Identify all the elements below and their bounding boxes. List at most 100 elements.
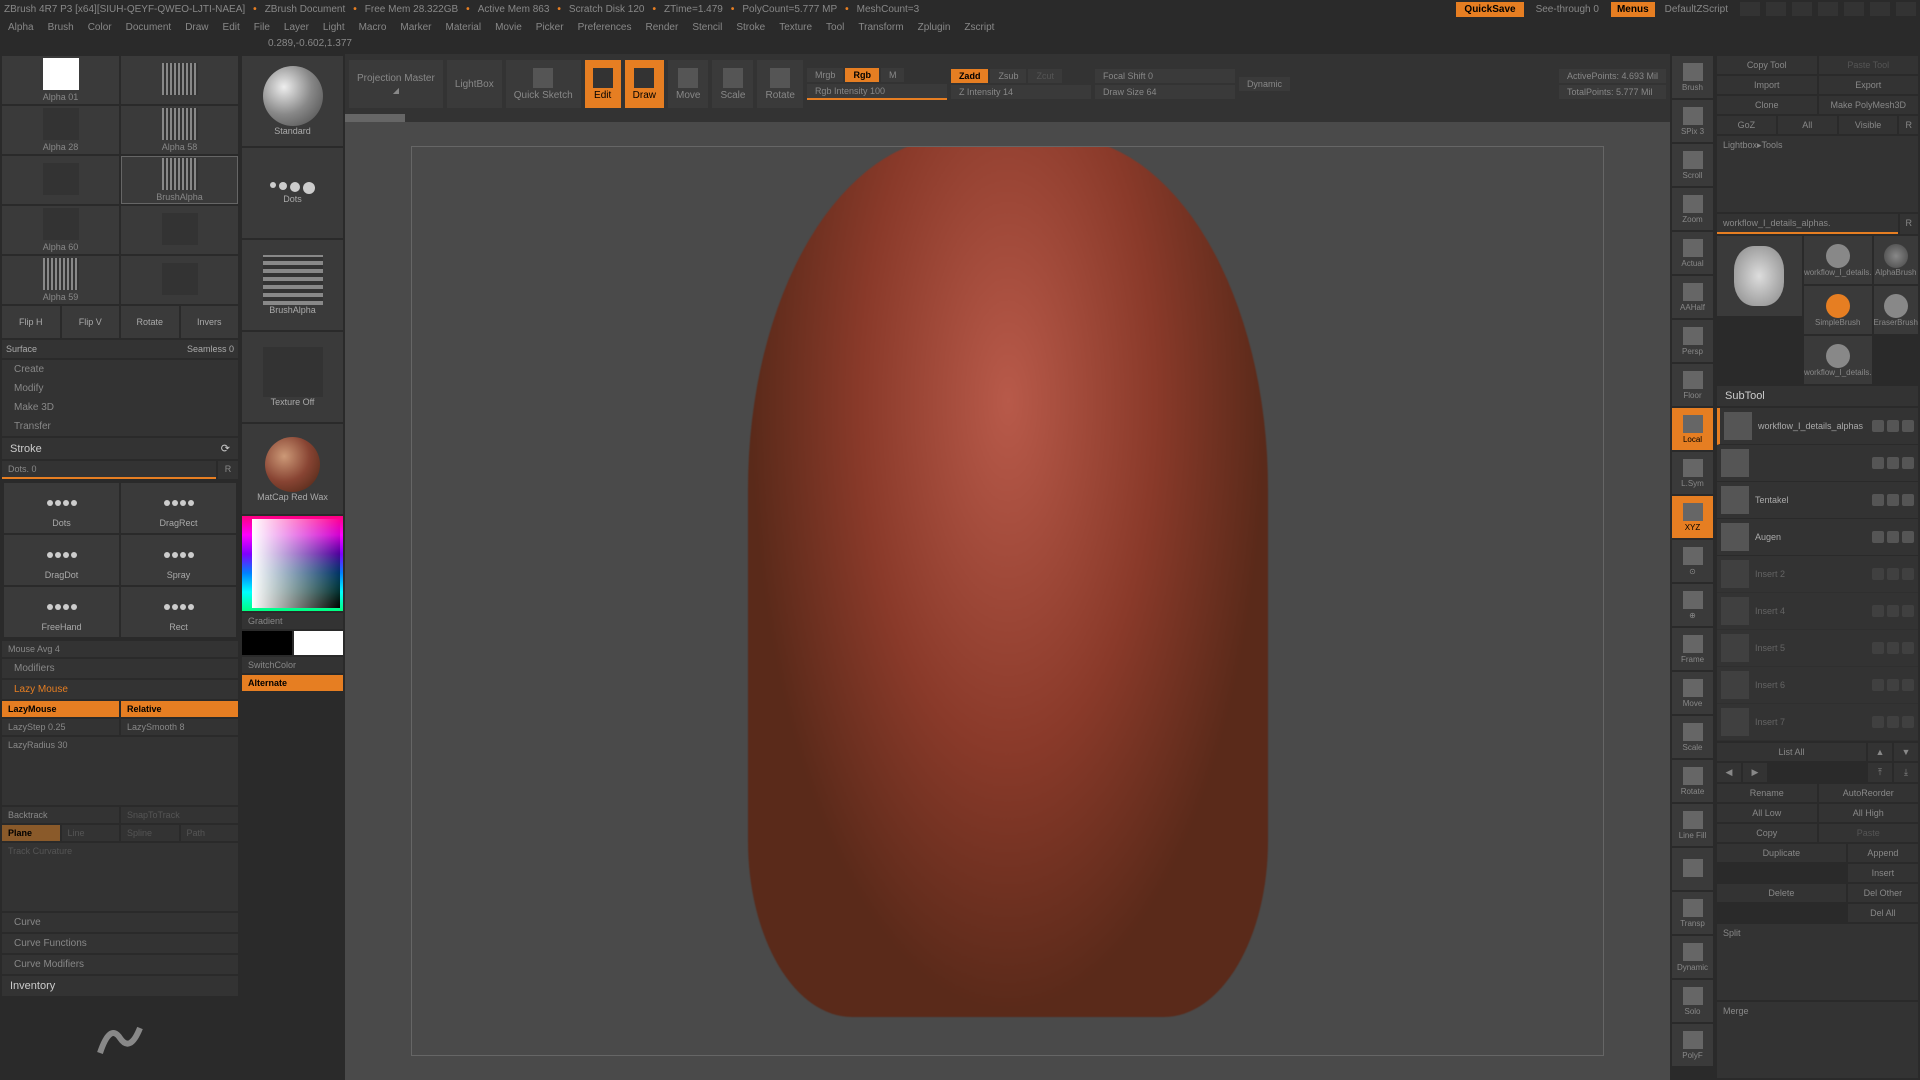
seethrough-slider[interactable]: See-through 0 <box>1528 2 1607 17</box>
menu-transform[interactable]: Transform <box>858 22 903 33</box>
subtool-visibility-icon[interactable] <box>1902 531 1914 543</box>
close-button[interactable] <box>1896 2 1916 16</box>
projection-master-button[interactable]: Projection Master◢ <box>349 60 443 108</box>
subtool-item[interactable]: workflow_I_details_alphas <box>1717 408 1918 445</box>
subtool-paint-icon[interactable] <box>1872 642 1884 654</box>
curve-modifiers-section[interactable]: Curve Modifiers <box>2 955 238 974</box>
move-button[interactable]: Move <box>668 60 708 108</box>
zsub-button[interactable]: Zsub <box>990 69 1026 83</box>
all-down-button[interactable]: ⤓ <box>1894 763 1918 782</box>
matcap-swatch[interactable]: MatCap Red Wax <box>242 424 343 514</box>
flip-h-button[interactable]: Flip H <box>2 306 60 338</box>
quicksave-button[interactable]: QuickSave <box>1456 2 1523 17</box>
subtool-polypaint-icon[interactable] <box>1887 642 1899 654</box>
invers-button[interactable]: Invers <box>181 306 239 338</box>
backtrack-line-button[interactable]: Line <box>62 825 120 841</box>
zadd-button[interactable]: Zadd <box>951 69 989 83</box>
stroke-dots-label[interactable]: Dots. 0 <box>2 461 216 479</box>
tool-thumb[interactable]: EraserBrush <box>1874 286 1918 334</box>
menu-tool[interactable]: Tool <box>826 22 844 33</box>
lightbox-tools-button[interactable]: Lightbox▸Tools <box>1717 136 1918 212</box>
make-3d-section[interactable]: Make 3D <box>2 398 238 417</box>
all-high-button[interactable]: All High <box>1819 804 1919 822</box>
switchcolor-button[interactable]: SwitchColor <box>242 657 343 673</box>
subtool-item[interactable]: Augen <box>1717 519 1918 556</box>
subtool-polypaint-icon[interactable] <box>1887 605 1899 617</box>
modify-section[interactable]: Modify <box>2 379 238 398</box>
spix-3-button[interactable]: SPix 3 <box>1672 100 1713 142</box>
subtool-visibility-icon[interactable] <box>1902 679 1914 691</box>
menu-layer[interactable]: Layer <box>284 22 309 33</box>
viewport[interactable] <box>345 122 1670 1080</box>
duplicate-button[interactable]: Duplicate <box>1717 844 1846 862</box>
backtrack-path-button[interactable]: Path <box>181 825 239 841</box>
subtool-paint-icon[interactable] <box>1872 568 1884 580</box>
scale-button[interactable]: Scale <box>712 60 753 108</box>
texture-off-swatch[interactable]: Texture Off <box>242 332 343 422</box>
copy-button[interactable]: Copy <box>1717 824 1817 842</box>
append-button[interactable]: Append <box>1848 844 1918 862</box>
track-curvature-slider[interactable]: Track Curvature <box>2 843 238 911</box>
menu-preferences[interactable]: Preferences <box>578 22 632 33</box>
subtool-header[interactable]: SubTool <box>1717 386 1918 406</box>
backtrack-plane-button[interactable]: Plane <box>2 825 60 841</box>
stroke-header[interactable]: Stroke ⟳ <box>2 438 238 459</box>
curve-functions-section[interactable]: Curve Functions <box>2 934 238 953</box>
scroll-button[interactable]: Scroll <box>1672 144 1713 186</box>
default-zscript-button[interactable]: DefaultZScript <box>1659 2 1734 17</box>
tool-thumb[interactable]: AlphaBrush <box>1874 236 1918 284</box>
move-button[interactable]: Move <box>1672 672 1713 714</box>
rotate-button[interactable]: Rotate <box>121 306 179 338</box>
subtool-item[interactable]: Insert 6 <box>1717 667 1918 704</box>
alpha-cell[interactable]: Alpha 01 <box>2 56 119 104</box>
lazystep-slider[interactable]: LazyStep 0.25 <box>2 719 119 735</box>
backtrack-spline-button[interactable]: Spline <box>121 825 179 841</box>
all-low-button[interactable]: All Low <box>1717 804 1817 822</box>
z-intensity-slider[interactable]: Z Intensity 14 <box>951 85 1091 99</box>
del-all-button[interactable]: Del All <box>1848 904 1918 922</box>
subtool-visibility-icon[interactable] <box>1902 605 1914 617</box>
gradient-button[interactable]: Gradient <box>242 613 343 629</box>
arrow-button[interactable]: ▶ <box>1743 763 1767 782</box>
stroke-r-button[interactable]: R <box>218 461 238 479</box>
alpha-cell[interactable]: Alpha 58 <box>121 106 238 154</box>
dynamic-button[interactable]: Dynamic <box>1239 77 1290 91</box>
subtool-item[interactable]: Tentakel <box>1717 482 1918 519</box>
autoreorder-button[interactable]: AutoReorder <box>1819 784 1919 802</box>
line-fill-button[interactable]: Line Fill <box>1672 804 1713 846</box>
goz-r-button[interactable]: R <box>1899 116 1918 134</box>
subtool-polypaint-icon[interactable] <box>1887 420 1899 432</box>
subtool-up-button[interactable]: ▲ <box>1868 743 1892 761</box>
lazysmooth-slider[interactable]: LazySmooth 8 <box>121 719 238 735</box>
window-button[interactable] <box>1818 2 1838 16</box>
subtool-visibility-icon[interactable] <box>1902 457 1914 469</box>
maximize-button[interactable] <box>1870 2 1890 16</box>
goz-visible-button[interactable]: Visible <box>1839 116 1898 134</box>
solo-button[interactable]: Solo <box>1672 980 1713 1022</box>
subtool-polypaint-icon[interactable] <box>1887 568 1899 580</box>
rename-button[interactable]: Rename <box>1717 784 1817 802</box>
copy-tool-button[interactable]: Copy Tool <box>1717 56 1817 74</box>
alpha-cell[interactable]: Alpha 59 <box>2 256 119 304</box>
tool-thumb[interactable]: workflow_I_details. <box>1804 336 1872 384</box>
alternate-button[interactable]: Alternate <box>242 675 343 691</box>
transp-button[interactable]: Transp <box>1672 892 1713 934</box>
subtool-visibility-icon[interactable] <box>1902 642 1914 654</box>
goz-button[interactable]: GoZ <box>1717 116 1776 134</box>
alpha-cell[interactable] <box>121 256 238 304</box>
mouse-avg-slider[interactable]: Mouse Avg 4 <box>2 641 238 657</box>
xyz-button[interactable]: XYZ <box>1672 496 1713 538</box>
stroke-dots[interactable]: Dots <box>4 483 119 533</box>
stroke-spray[interactable]: Spray <box>121 535 236 585</box>
subtool-item[interactable] <box>1717 445 1918 482</box>
stroke-rect[interactable]: Rect <box>121 587 236 637</box>
arrow-button[interactable]: ◀ <box>1717 763 1741 782</box>
menu-marker[interactable]: Marker <box>400 22 431 33</box>
stroke-dragdot[interactable]: DragDot <box>4 535 119 585</box>
blank-button[interactable] <box>1672 848 1713 890</box>
alpha-cell[interactable]: Alpha 60 <box>2 206 119 254</box>
--button[interactable]: ⊙ <box>1672 540 1713 582</box>
l-sym-button[interactable]: L.Sym <box>1672 452 1713 494</box>
goz-all-button[interactable]: All <box>1778 116 1837 134</box>
persp-button[interactable]: Persp <box>1672 320 1713 362</box>
